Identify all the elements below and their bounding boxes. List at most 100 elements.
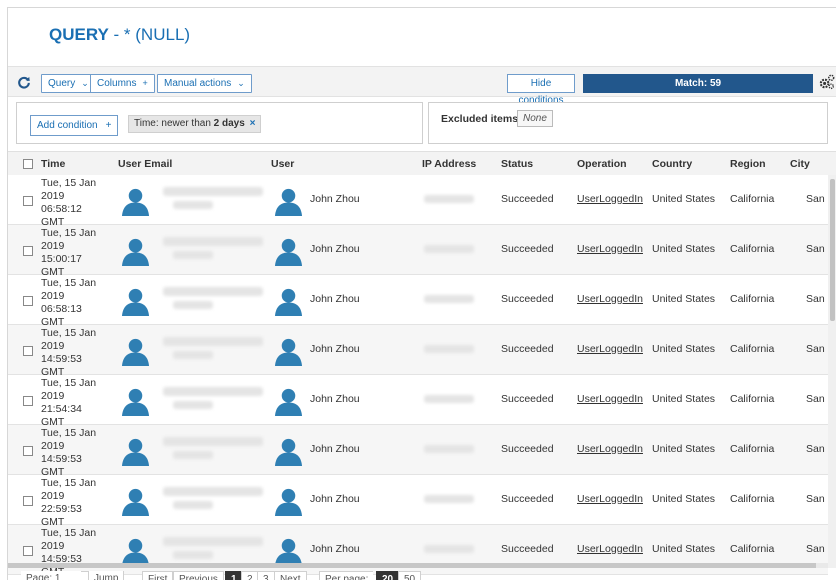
redacted-ip-address [424,195,474,203]
excluded-items-value[interactable]: None [517,110,553,127]
cell-status: Succeeded [501,443,554,455]
column-header-operation[interactable]: Operation [577,158,627,170]
cell-operation-link[interactable]: UserLoggedIn [577,343,643,355]
pagination: Page: 1 Jump First Previous 1 2 3 Next P… [8,568,836,580]
cell-user: John Zhou [310,343,360,355]
user-avatar-icon [274,337,303,367]
user-avatar-icon [121,237,150,267]
redacted-email-line [173,451,213,459]
table-row[interactable]: Tue, 15 Jan 2019 06:58:13 GMT John Zhou Su… [8,275,828,328]
row-checkbox[interactable] [23,496,33,506]
page-button-2[interactable]: 2 [241,571,259,580]
user-avatar-icon [121,387,150,417]
jump-button[interactable]: Jump [88,571,124,580]
cell-operation-link[interactable]: UserLoggedIn [577,193,643,205]
table-row[interactable]: Tue, 15 Jan 2019 06:58:12 GMT John Zhou Su… [8,175,828,228]
table-row[interactable]: Tue, 15 Jan 2019 21:54:34 GMT John Zhou Su… [8,375,828,428]
row-checkbox[interactable] [23,346,33,356]
first-page-button[interactable]: First [142,571,174,580]
per-page-option-20[interactable]: 20 [376,571,400,580]
vertical-scroll-thumb[interactable] [830,179,835,321]
cell-region: California [730,443,775,455]
table-row[interactable]: Tue, 15 Jan 2019 22:59:53 GMT John Zhou Su… [8,475,828,528]
redacted-email [163,237,263,246]
cell-status: Succeeded [501,293,554,305]
select-all-checkbox[interactable] [23,159,33,169]
cell-operation-link[interactable]: UserLoggedIn [577,393,643,405]
redacted-email-line [173,251,213,259]
cell-user: John Zhou [310,243,360,255]
page-button-3[interactable]: 3 [257,571,275,580]
redacted-ip-address [424,395,474,403]
cell-user: John Zhou [310,543,360,555]
match-count-bar: Match: 59 [583,74,813,93]
column-header-status[interactable]: Status [501,158,533,170]
redacted-ip-address [424,245,474,253]
cell-region: California [730,293,775,305]
column-header-user-email[interactable]: User Email [118,158,172,170]
next-page-button[interactable]: Next [274,571,307,580]
column-header-ip-address[interactable]: IP Address [422,158,476,170]
hide-conditions-button[interactable]: Hide conditions [507,74,575,106]
query-panel: QUERY - * (NULL) Query ⌄ Columns + Manual … [7,7,836,580]
column-header-country[interactable]: Country [652,158,692,170]
vertical-scrollbar[interactable] [828,175,836,568]
cell-time: Tue, 15 Jan 2019 15:00:17 GMT [41,227,97,278]
add-condition-button[interactable]: Add condition + [30,115,119,136]
redacted-email-line [173,351,213,359]
chevron-down-icon: ⌄ [237,78,245,88]
user-avatar-icon [274,287,303,317]
cell-operation-link[interactable]: UserLoggedIn [577,443,643,455]
user-avatar-icon [274,237,303,267]
redacted-email [163,187,263,196]
row-checkbox[interactable] [23,296,33,306]
page-button-1[interactable]: 1 [225,571,243,580]
cell-operation-link[interactable]: UserLoggedIn [577,243,643,255]
manual-actions-dropdown[interactable]: Manual actions ⌄ [157,74,252,93]
user-avatar-icon [121,437,150,467]
user-avatar-icon [274,487,303,517]
cell-city: San [806,393,825,405]
column-header-time[interactable]: Time [41,158,65,170]
page-title: QUERY - * (NULL) [49,25,191,44]
redacted-ip-address [424,545,474,553]
cell-operation-link[interactable]: UserLoggedIn [577,543,643,555]
row-checkbox[interactable] [23,546,33,556]
time-condition-chip[interactable]: Time: newer than 2 days × [128,115,262,133]
cell-operation-link[interactable]: UserLoggedIn [577,493,643,505]
row-checkbox[interactable] [23,246,33,256]
column-header-region[interactable]: Region [730,158,766,170]
previous-page-button[interactable]: Previous [173,571,224,580]
cell-operation-link[interactable]: UserLoggedIn [577,293,643,305]
remove-condition-icon[interactable]: × [250,118,256,129]
gear-icon[interactable] [818,74,835,91]
column-header-city[interactable]: City [790,158,810,170]
query-dropdown[interactable]: Query ⌄ [41,74,96,93]
cell-country: United States [652,293,716,305]
row-checkbox[interactable] [23,446,33,456]
table-row[interactable]: Tue, 15 Jan 2019 14:59:53 GMT John Zhou Su… [8,425,828,478]
cell-status: Succeeded [501,493,554,505]
cell-time: Tue, 15 Jan 2019 06:58:12 GMT [41,177,97,228]
cell-region: California [730,343,775,355]
refresh-icon[interactable] [17,75,31,89]
per-page-option-50[interactable]: 50 [398,571,422,580]
user-avatar-icon [274,187,303,217]
cell-country: United States [652,343,716,355]
cell-country: United States [652,193,716,205]
cell-region: California [730,193,775,205]
columns-button[interactable]: Columns + [90,74,155,93]
page-input[interactable]: Page: 1 [21,571,81,580]
redacted-ip-address [424,495,474,503]
plus-icon: + [105,120,112,131]
row-checkbox[interactable] [23,196,33,206]
redacted-ip-address [424,295,474,303]
cell-country: United States [652,393,716,405]
table-row[interactable]: Tue, 15 Jan 2019 14:59:53 GMT John Zhou Su… [8,325,828,378]
cell-user: John Zhou [310,493,360,505]
row-checkbox[interactable] [23,396,33,406]
user-avatar-icon [274,387,303,417]
cell-user: John Zhou [310,193,360,205]
column-header-user[interactable]: User [271,158,294,170]
table-row[interactable]: Tue, 15 Jan 2019 15:00:17 GMT John Zhou Su… [8,225,828,278]
